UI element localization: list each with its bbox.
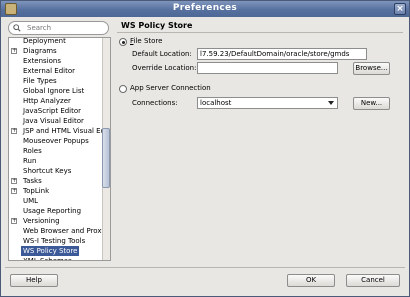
tree-item[interactable]: File Types <box>9 76 103 86</box>
tree-item[interactable]: + Tasks <box>9 176 103 186</box>
tree-item[interactable]: + JSP and HTML Visual Editor <box>9 126 103 136</box>
tree-item-label: Tasks <box>23 177 42 185</box>
tree-scrollbar[interactable] <box>102 38 110 260</box>
tree-item-label: WS Policy Store <box>21 246 80 256</box>
tree-item-label: Extensions <box>23 57 62 65</box>
tree-item-label: JSP and HTML Visual Editor <box>23 127 103 135</box>
cancel-button[interactable]: Cancel <box>346 274 400 287</box>
connections-dropdown[interactable]: localhost <box>197 97 338 109</box>
tree-item[interactable]: Web Browser and Proxy <box>9 226 103 236</box>
tree-item-label: UML <box>23 197 39 205</box>
tree-item-label: XML Schemas <box>23 257 72 261</box>
tree-item-label: File Types <box>23 77 57 85</box>
divider <box>5 267 405 268</box>
tree-item[interactable]: + TopLink <box>9 186 103 196</box>
close-icon: × <box>396 4 404 14</box>
preferences-dialog: Preferences × XML SchemasWS Policy Store… <box>0 0 410 297</box>
tree-item-label: Global Ignore List <box>23 87 85 95</box>
tree-item[interactable]: External Editor <box>9 66 103 76</box>
tree-item[interactable]: + Versioning <box>9 216 103 226</box>
file-store-label: File Store <box>130 37 163 45</box>
chevron-down-icon <box>328 101 334 105</box>
tree-item[interactable]: Http Analyzer <box>9 96 103 106</box>
tree-item-label: Usage Reporting <box>23 207 82 215</box>
scrollbar-thumb[interactable] <box>102 128 110 188</box>
tree-item[interactable]: Usage Reporting <box>9 206 103 216</box>
expand-icon[interactable]: + <box>11 48 17 54</box>
expand-icon[interactable]: + <box>11 128 17 134</box>
browse-button[interactable]: Browse... <box>353 62 390 75</box>
tree-item[interactable]: WS-I Testing Tools <box>9 236 103 246</box>
search-input[interactable] <box>27 23 105 33</box>
expand-icon[interactable]: + <box>11 178 17 184</box>
connections-value: localhost <box>200 99 232 107</box>
app-server-label: App Server Connection <box>130 84 211 92</box>
tree-item-label: Shortcut Keys <box>23 167 72 175</box>
tree-item[interactable]: Java Visual Editor <box>9 116 103 126</box>
tree-item-label: Roles <box>23 147 42 155</box>
window-title: Preferences <box>172 3 238 13</box>
tree-item-label: Java Visual Editor <box>23 117 84 125</box>
tree-item[interactable]: Extensions <box>9 56 103 66</box>
help-button[interactable]: Help <box>10 274 58 287</box>
file-store-radio[interactable] <box>119 38 127 46</box>
expand-icon[interactable]: + <box>11 218 17 224</box>
tree-item[interactable]: JavaScript Editor <box>9 106 103 116</box>
tree-item[interactable]: Deployment <box>9 37 103 46</box>
tree-item-label: Run <box>23 157 37 165</box>
tree-item-label: External Editor <box>23 67 75 75</box>
tree-item-label: Diagrams <box>23 47 57 55</box>
override-location-field[interactable] <box>197 62 338 74</box>
ok-button[interactable]: OK <box>287 274 335 287</box>
tree-item-label: TopLink <box>23 187 50 195</box>
tree-item-label: JavaScript Editor <box>23 107 82 115</box>
tree-item[interactable]: Roles <box>9 146 103 156</box>
title-bar: Preferences × <box>1 1 409 17</box>
search-icon <box>13 24 21 32</box>
app-server-radio[interactable] <box>119 85 127 93</box>
new-connection-button[interactable]: New... <box>353 97 390 110</box>
tree-item[interactable]: Global Ignore List <box>9 86 103 96</box>
default-location-field[interactable]: l7.59.23/DefaultDomain/oracle/store/gmds <box>197 48 367 60</box>
tree-item-label: Http Analyzer <box>23 97 71 105</box>
divider <box>117 32 403 33</box>
tree-item[interactable]: + Diagrams <box>9 46 103 56</box>
tree-item-label: Deployment <box>23 37 66 45</box>
close-button[interactable]: × <box>394 3 406 15</box>
tree-item[interactable]: XML Schemas <box>9 256 103 261</box>
preferences-tree: XML Schemas WS Policy Store WS-I Testing T… <box>8 37 111 261</box>
search-box[interactable] <box>8 21 109 35</box>
tree-item[interactable]: Mouseover Popups <box>9 136 103 146</box>
tree-item-label: Web Browser and Proxy <box>23 227 103 235</box>
default-location-label: Default Location: <box>132 50 192 58</box>
tree-item[interactable]: Shortcut Keys <box>9 166 103 176</box>
file-store-text: ile Store <box>133 37 163 45</box>
tree-item[interactable]: UML <box>9 196 103 206</box>
override-location-label: Override Location: <box>132 64 197 72</box>
tree-item[interactable]: WS Policy Store <box>9 246 103 256</box>
panel-title: WS Policy Store <box>121 21 193 30</box>
expand-icon[interactable]: + <box>11 188 17 194</box>
tree-item-label: Mouseover Popups <box>23 137 89 145</box>
connections-label: Connections: <box>132 99 178 107</box>
tree-item-label: WS-I Testing Tools <box>23 237 86 245</box>
tree-item-label: Versioning <box>23 217 60 225</box>
tree-item[interactable]: Run <box>9 156 103 166</box>
